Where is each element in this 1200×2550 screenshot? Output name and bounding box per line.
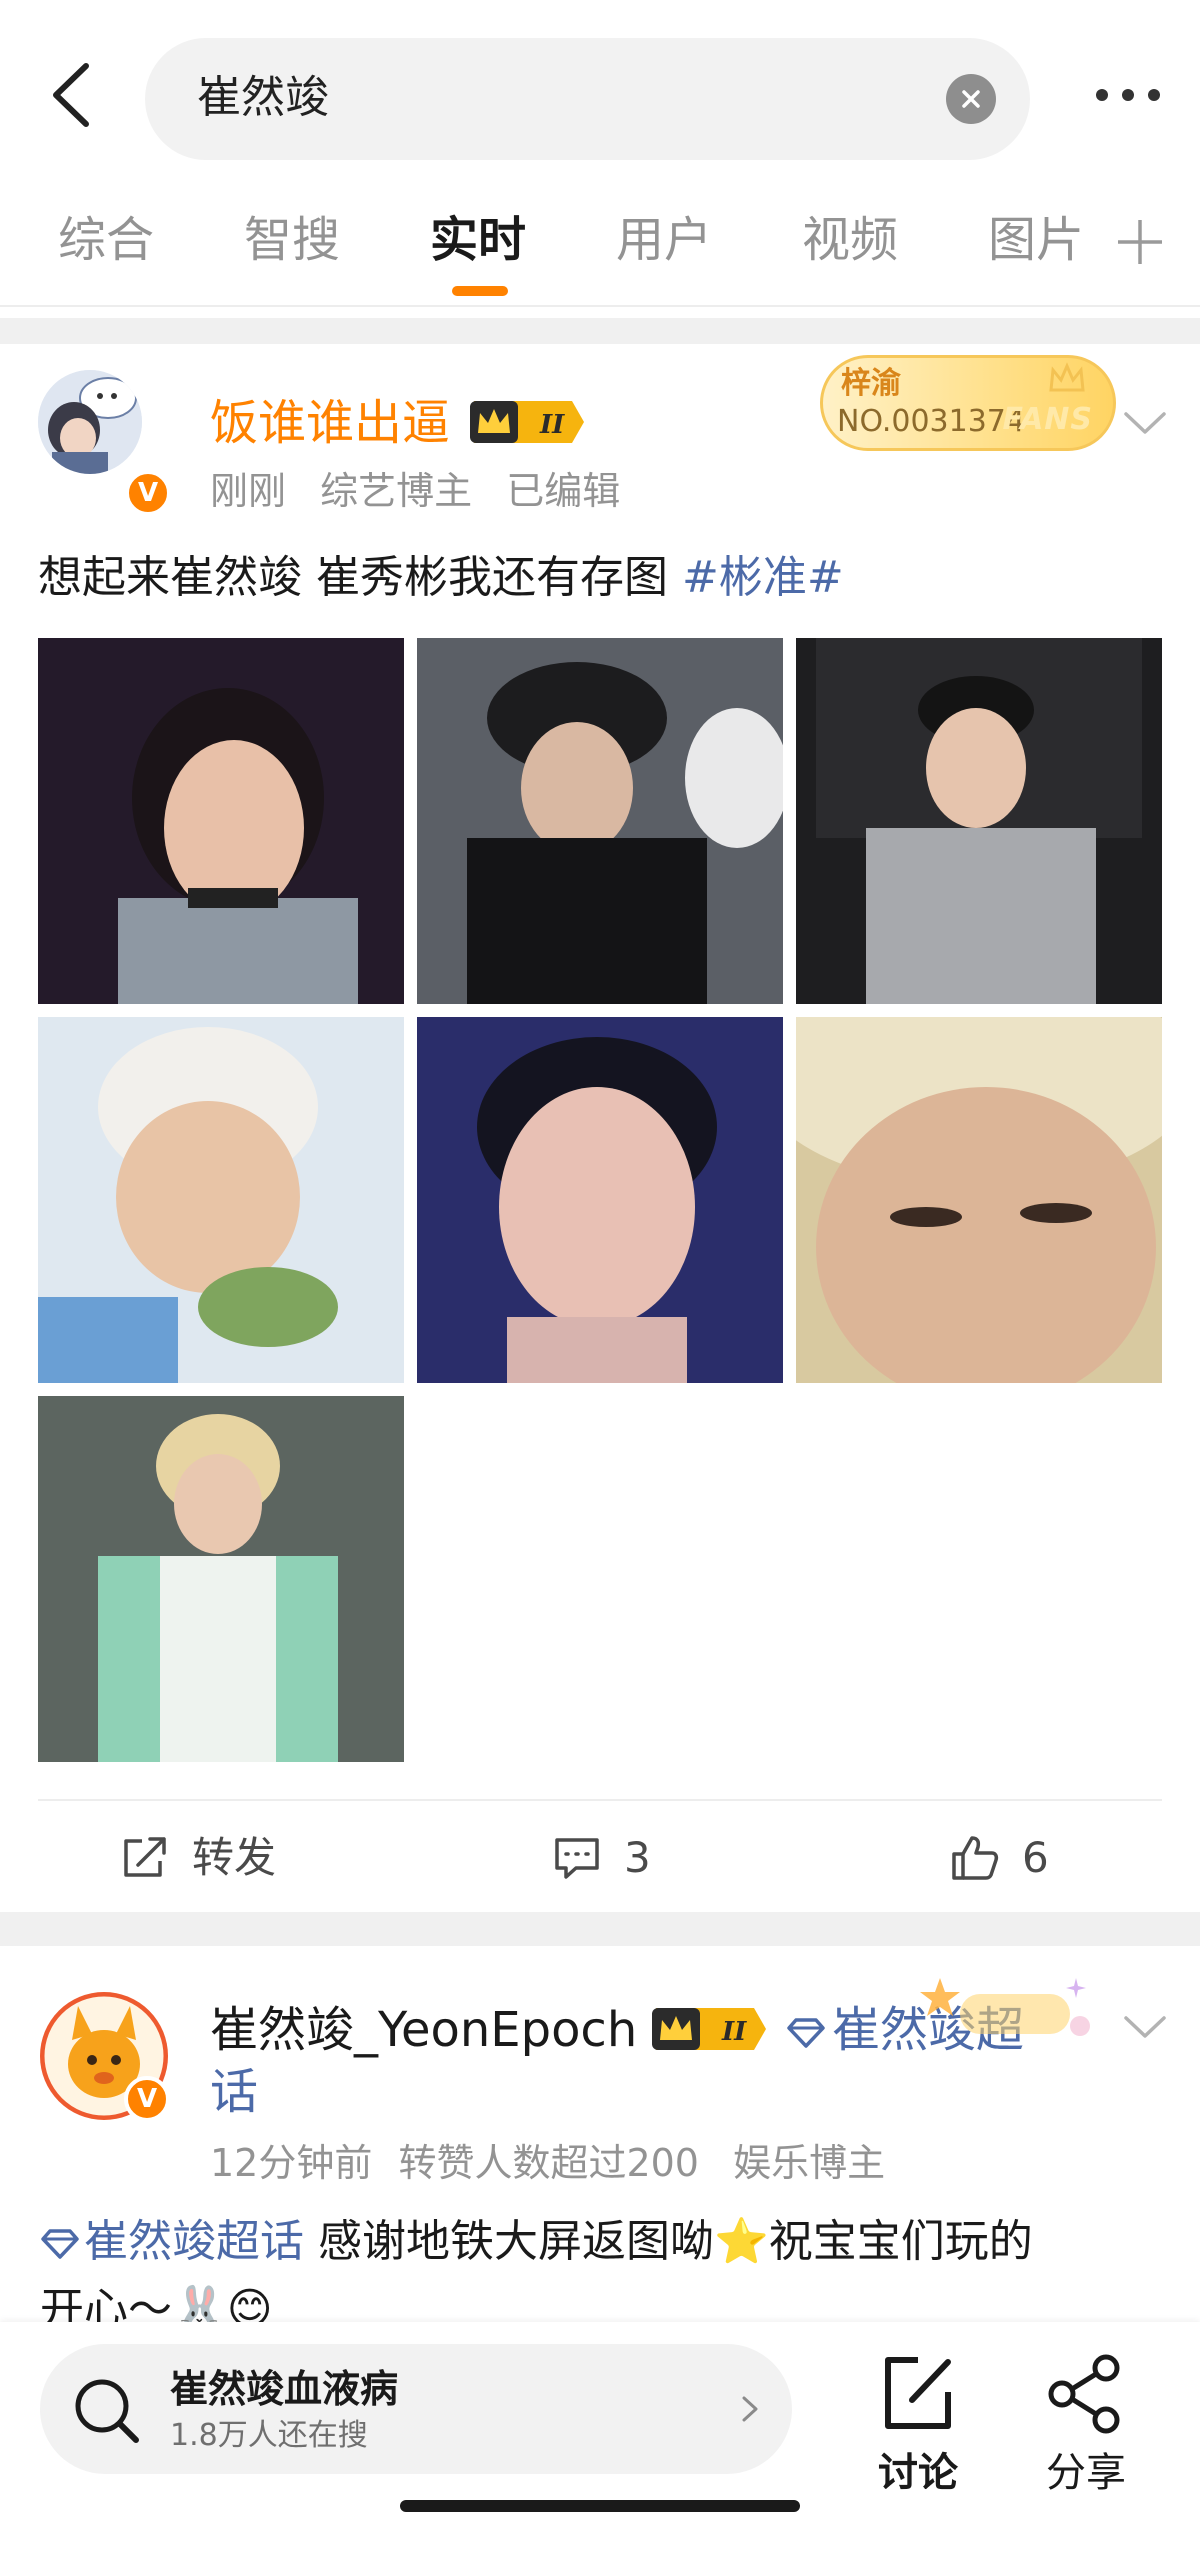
post-image-2[interactable] [417,638,783,1004]
more-options-button[interactable] [1068,75,1188,115]
bottom-bar: 崔然竣血液病 1.8万人还在搜 讨论 分享 [0,2322,1200,2550]
photo-image [38,1017,404,1383]
supertopic-inline-label: 崔然竣超话 [84,2216,304,2267]
svg-text:II: II [539,410,565,440]
crown-icon [1049,362,1085,392]
post-meta: 刚刚 综艺博主 已编辑 [210,466,642,516]
chevron-down-icon[interactable] [1120,408,1170,438]
diamond-icon [41,2229,79,2259]
author-tag: 娱乐博主 [733,2141,886,2185]
chevron-right-icon [742,2396,758,2422]
hashtag-link[interactable]: #彬准# [682,552,844,603]
tab-comprehensive[interactable]: 综合 [58,210,154,270]
search-input[interactable]: 崔然竣 [145,38,1030,160]
photo-image [38,1396,404,1762]
hot-search-count: 1.8万人还在搜 [170,2418,368,2453]
post-image-1[interactable] [38,638,404,1004]
comment-count: 3 [624,1833,651,1882]
discuss-label: 讨论 [878,2450,958,2496]
share-icon [1048,2354,1120,2434]
verified-badge-icon: V [124,2076,170,2122]
feed-separator [0,318,1200,344]
tab-smart-search[interactable]: 智搜 [244,210,340,270]
photo-image [38,638,404,1004]
more-dots-icon [1096,89,1108,101]
post-text: 想起来崔然竣 崔秀彬我还有存图 #彬准# [38,548,844,608]
clear-search-button[interactable] [946,74,996,124]
post-meta: 12分钟前 转赞人数超过200 娱乐博主 [210,2138,907,2188]
fan-badge-number: NO.0031374 [837,404,1025,439]
discuss-button[interactable]: 讨论 [858,2344,978,2504]
back-button[interactable] [40,60,100,130]
repost-button[interactable]: 转发 [120,1826,276,1890]
like-count: 6 [1022,1833,1049,1882]
svg-text:II: II [721,2017,747,2047]
repost-label: 转发 [192,1833,277,1882]
sparkle-badge-icon [920,1978,1090,2036]
tab-realtime[interactable]: 实时 [430,210,526,270]
verified-badge-icon: V [125,470,171,516]
search-query[interactable]: 崔然竣 [197,68,329,128]
tab-videos[interactable]: 视频 [802,210,898,270]
like-button[interactable]: 6 [950,1826,1049,1890]
fan-badge-label: FANS [1002,402,1093,437]
post-image-7[interactable] [38,1396,404,1762]
add-tab-icon[interactable] [1112,214,1168,270]
photo-image [417,638,783,1004]
tab-images[interactable]: 图片 [988,210,1084,270]
thumbs-up-icon [952,1836,999,1880]
fan-badge-name: 梓渝 [841,366,901,401]
username[interactable]: 崔然竣_YeonEpoch [210,2000,637,2060]
username[interactable]: 饭谁谁出逼 [210,393,450,453]
hot-search-title: 崔然竣血液病 [170,2367,399,2411]
chevron-left-icon [53,63,89,127]
chevron-down-icon[interactable] [1120,2012,1170,2042]
avatar-image [38,370,142,474]
comment-icon [555,1838,599,1879]
diamond-icon [787,2018,825,2048]
author-tag: 综艺博主 [320,469,473,513]
vip-crown-badge-icon[interactable]: II [468,397,588,447]
post-image-6[interactable] [796,1017,1162,1383]
tab-users[interactable]: 用户 [616,210,712,270]
compose-icon [885,2357,951,2429]
fan-badge[interactable]: 梓渝 NO.0031374 FANS [820,355,1116,451]
vip-crown-badge-icon[interactable]: II [650,2004,770,2054]
photo-image [417,1017,783,1383]
engagement-tag: 转赞人数超过200 [398,2141,699,2185]
hot-search-suggestion[interactable]: 崔然竣血液病 1.8万人还在搜 [40,2344,792,2474]
photo-image [796,638,1162,1004]
repost-icon [124,1837,166,1877]
post-image-3[interactable] [796,638,1162,1004]
share-button[interactable]: 分享 [1026,2344,1146,2504]
post-image-5[interactable] [417,1017,783,1383]
supertopic-label-wrap[interactable]: 话 [210,2062,258,2122]
photo-image [796,1017,1162,1383]
search-tabs: 综合 智搜 实时 用户 视频 图片 [0,190,1200,305]
share-label: 分享 [1046,2450,1126,2496]
feed-separator [0,1912,1200,1946]
post-body: 感谢地铁大屏返图呦⭐祝宝宝们玩的 [304,2216,1033,2267]
supertopic-inline-link[interactable]: 崔然竣超话 [40,2216,304,2267]
post-time: 12分钟前 [210,2141,373,2185]
home-indicator[interactable] [400,2500,800,2512]
close-icon [962,90,980,108]
search-header: 崔然竣 [0,0,1200,190]
post-time: 刚刚 [210,469,287,513]
active-tab-indicator [452,286,508,296]
avatar[interactable] [38,370,142,474]
post-image-4[interactable] [38,1017,404,1383]
comment-button[interactable]: 3 [552,1826,651,1890]
divider [38,1799,1162,1801]
search-icon [75,2379,139,2443]
divider [0,305,1200,307]
post-body: 想起来崔然竣 崔秀彬我还有存图 [38,552,682,603]
post-text: 崔然竣超话 感谢地铁大屏返图呦⭐祝宝宝们玩的 [40,2212,1033,2272]
edited-tag: 已编辑 [506,469,621,513]
